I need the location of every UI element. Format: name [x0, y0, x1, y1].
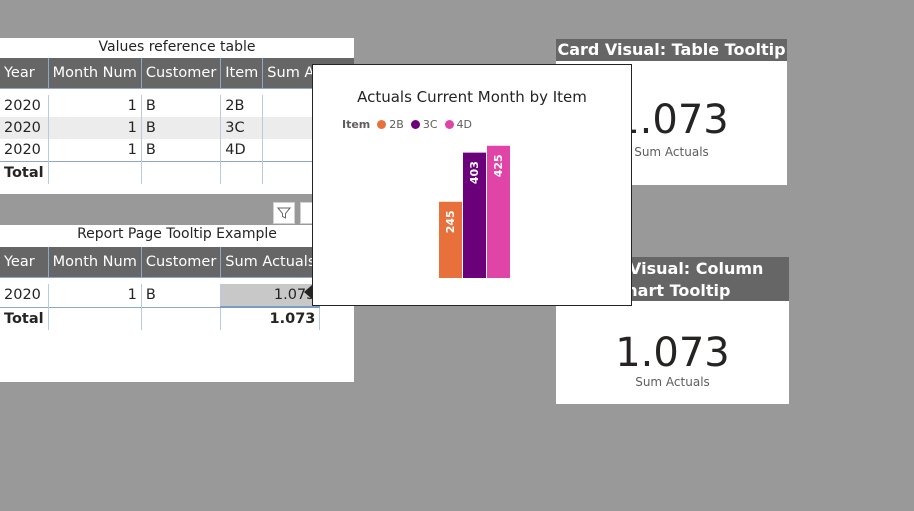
total-value: 1.073 [220, 306, 321, 330]
cell-customer: B [141, 284, 222, 307]
table-header-row: Year Month Num Customer Sum Actuals [0, 247, 321, 278]
tooltip-pointer [304, 285, 312, 299]
table-header-row: Year Month Num Customer Item Sum Actuals [0, 58, 354, 89]
table-row[interactable]: 2020 1 B 3C 403 [0, 117, 354, 139]
column-header-year[interactable]: Year [0, 58, 49, 89]
column-chart: 245 403 425 [439, 145, 510, 278]
column-header-item[interactable]: Item [220, 58, 264, 89]
data-label: 403 [468, 161, 481, 184]
cell-item: 3C [220, 117, 264, 139]
values-reference-table: Values reference table Year Month Num Cu… [0, 38, 354, 194]
cell-month-num: 1 [48, 139, 142, 162]
cell-year: 2020 [0, 95, 49, 117]
cell-item: 4D [220, 139, 264, 162]
cell-customer: B [141, 95, 222, 117]
tooltip-table-title: Report Page Tooltip Example [77, 226, 277, 242]
total-label: Total [0, 161, 49, 184]
report-page-tooltip: Actuals Current Month by Item Item 2B 3C… [312, 64, 632, 306]
table-row[interactable]: 2020 1 B 2B 245 [0, 95, 354, 117]
table-row[interactable]: 2020 1 B 4D 425 [0, 139, 354, 162]
cell-year: 2020 [0, 117, 49, 139]
column-header-year[interactable]: Year [0, 247, 49, 278]
values-table-grid: Year Month Num Customer Item Sum Actuals… [0, 58, 354, 184]
cell-month-num: 1 [48, 95, 142, 117]
cell-month-num: 1 [48, 117, 142, 139]
card-value: 1.073 [615, 330, 730, 376]
cell-month-num: 1 [48, 284, 142, 307]
total-label: Total [0, 306, 49, 330]
data-label: 245 [444, 210, 457, 233]
data-label: 425 [492, 154, 505, 177]
tooltip-table-grid: Year Month Num Customer Sum Actuals 2020… [0, 247, 321, 330]
table-total-row: Total 1.073 [0, 161, 354, 184]
cell-year: 2020 [0, 284, 49, 307]
cell-customer: B [141, 139, 222, 162]
filter-icon[interactable] [273, 202, 295, 224]
table-total-row: Total 1.073 [0, 306, 321, 330]
cell-year: 2020 [0, 139, 49, 162]
card-title: Card Visual: Table Tooltip [556, 39, 787, 61]
cell-item: 2B [220, 95, 264, 117]
report-page-tooltip-table: Report Page Tooltip Example Year Month N… [0, 225, 354, 382]
column-header-customer[interactable]: Customer [141, 247, 222, 278]
values-table-title: Values reference table [98, 39, 256, 55]
column-header-month-num[interactable]: Month Num [48, 247, 142, 278]
card-label: Sum Actuals [635, 375, 710, 389]
column-header-month-num[interactable]: Month Num [48, 58, 142, 89]
column-header-customer[interactable]: Customer [141, 58, 222, 89]
table-row[interactable]: 2020 1 B 1.073 [0, 284, 321, 308]
column-header-sum-actuals[interactable]: Sum Actuals [220, 247, 321, 278]
cell-customer: B [141, 117, 222, 139]
